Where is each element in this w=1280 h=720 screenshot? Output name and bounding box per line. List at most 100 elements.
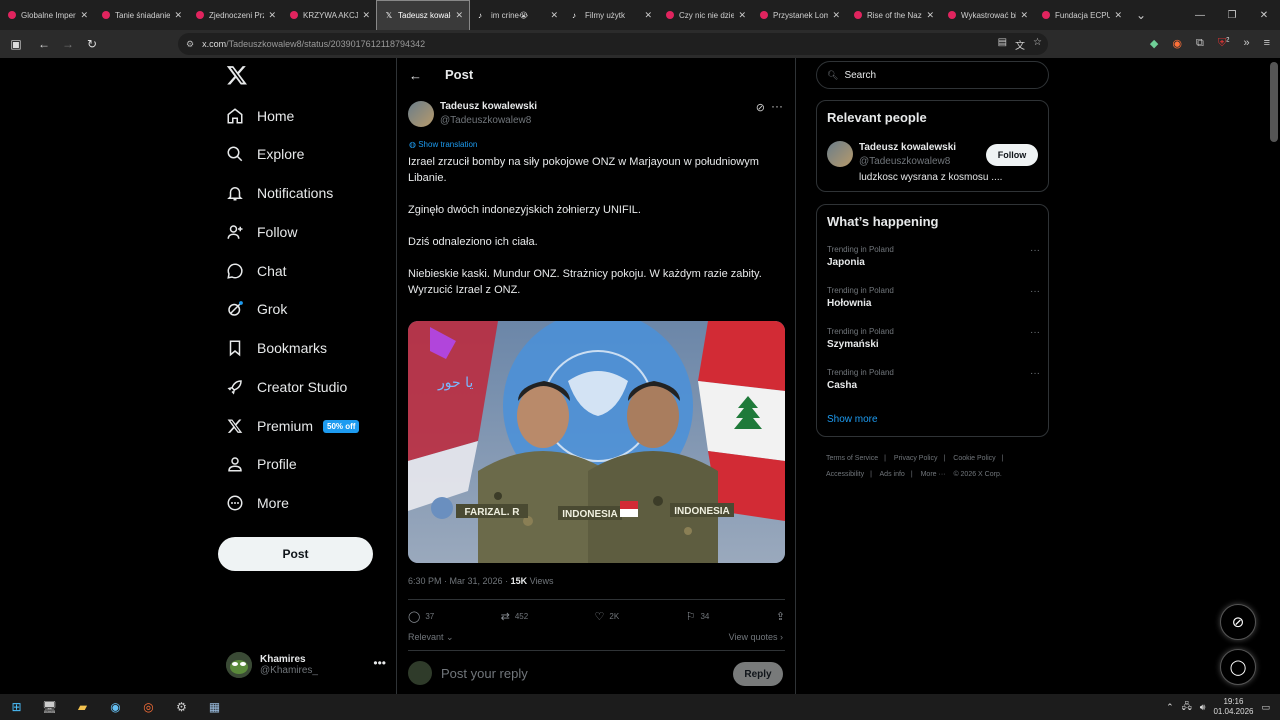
browser-tab[interactable]: Przystanek Lom ✕ bbox=[752, 0, 846, 30]
reader-view-icon[interactable]: ▤ bbox=[998, 37, 1007, 52]
footer-link[interactable]: Terms of Service bbox=[826, 455, 878, 462]
browser-tab[interactable]: KRZYWA AKCJA ✕ bbox=[282, 0, 376, 30]
steam-icon[interactable]: ◉ bbox=[99, 694, 132, 720]
nav-home[interactable]: Home bbox=[226, 102, 294, 130]
clock[interactable]: 19:16 01.04.2026 bbox=[1213, 697, 1253, 717]
post-button[interactable]: Post bbox=[218, 537, 373, 571]
nav-bookmarks[interactable]: Bookmarks bbox=[226, 334, 327, 362]
follow-button[interactable]: Follow bbox=[986, 144, 1038, 166]
browser-tab-active[interactable]: 𝕏 Tadeusz kowalc ✕ bbox=[376, 0, 470, 30]
nav-more[interactable]: More bbox=[226, 489, 289, 517]
close-tab-icon[interactable]: ✕ bbox=[1020, 10, 1028, 21]
network-icon[interactable]: 🖧︎ bbox=[1182, 699, 1192, 715]
reply-sort-dropdown[interactable]: Relevant ⌄ bbox=[408, 632, 454, 643]
site-info-icon[interactable]: ⚙ bbox=[186, 39, 194, 50]
fox-extension-icon[interactable]: ◉ bbox=[1172, 37, 1182, 50]
forward-icon[interactable]: → bbox=[56, 37, 80, 51]
close-tab-icon[interactable]: ✕ bbox=[455, 10, 463, 21]
scrollbar[interactable] bbox=[1270, 62, 1278, 142]
more-dots-icon[interactable]: ··· bbox=[1030, 368, 1040, 379]
close-tab-icon[interactable]: ✕ bbox=[644, 10, 652, 21]
repost-button[interactable]: ⇄ 452 bbox=[501, 610, 529, 623]
nav-chat[interactable]: Chat bbox=[226, 257, 287, 285]
folder-icon[interactable]: ▰ bbox=[66, 694, 99, 720]
search-input[interactable]: 🔍︎ Search bbox=[816, 61, 1049, 89]
close-tab-icon[interactable]: ✕ bbox=[268, 10, 276, 21]
more-dots-icon[interactable]: ··· bbox=[1030, 327, 1040, 338]
browser-tab[interactable]: Fundacja ECPU ✕ bbox=[1034, 0, 1128, 30]
close-tab-icon[interactable]: ✕ bbox=[174, 10, 182, 21]
browser-tab[interactable]: Globalne Imper ✕ bbox=[0, 0, 94, 30]
translate-icon[interactable]: 文 bbox=[1015, 37, 1025, 52]
tab-list-chevron-icon[interactable]: ⌄ bbox=[1128, 8, 1154, 22]
x-logo-icon[interactable] bbox=[226, 64, 248, 86]
notification-icon[interactable]: ▭ bbox=[1261, 702, 1270, 713]
close-window-icon[interactable]: ✕ bbox=[1248, 10, 1280, 21]
author-handle[interactable]: @Tadeuszkowalew8 bbox=[440, 115, 531, 126]
trend-item[interactable]: Trending in Poland Casha ··· bbox=[827, 368, 1040, 391]
nav-notifications[interactable]: Notifications bbox=[226, 179, 333, 207]
more-dots-icon[interactable]: ··· bbox=[1030, 245, 1040, 256]
browser-tab[interactable]: Rise of the Nazi ✕ bbox=[846, 0, 940, 30]
show-translation-link[interactable]: ◍ Show translation bbox=[409, 140, 477, 149]
nav-premium[interactable]: Premium 50% off bbox=[226, 412, 360, 440]
person-handle[interactable]: @Tadeuszkowalew8 bbox=[859, 156, 950, 167]
bookmark-button[interactable]: ⚐ 34 bbox=[686, 610, 710, 623]
close-tab-icon[interactable]: ✕ bbox=[926, 10, 934, 21]
author-name[interactable]: Tadeusz kowalewski bbox=[440, 101, 537, 112]
extensions-icon[interactable]: ⧉ bbox=[1196, 37, 1204, 50]
view-quotes-link[interactable]: View quotes › bbox=[729, 632, 783, 642]
browser-tab[interactable]: Zjednoczeni Prz ✕ bbox=[188, 0, 282, 30]
browser-tab[interactable]: ♪ Filmy użytk ✕ bbox=[564, 0, 658, 30]
nav-grok[interactable]: Grok bbox=[226, 295, 287, 323]
menu-icon[interactable]: ≡ bbox=[1264, 37, 1270, 50]
ublock-icon[interactable]: ⛨2 bbox=[1218, 37, 1230, 50]
more-dots-icon[interactable]: ··· bbox=[771, 99, 783, 113]
browser-tab[interactable]: Tanie śniadanie ✕ bbox=[94, 0, 188, 30]
windows-start-icon[interactable]: ⊞ bbox=[0, 694, 33, 720]
calculator-icon[interactable]: ▦ bbox=[198, 694, 231, 720]
nav-profile[interactable]: Profile bbox=[226, 450, 297, 478]
share-button[interactable]: ⇪ bbox=[776, 610, 785, 623]
like-button[interactable]: ♡ 2K bbox=[595, 610, 620, 623]
computer-icon[interactable]: 🖥︎ bbox=[33, 694, 66, 720]
footer-link[interactable]: Ads info bbox=[880, 471, 905, 478]
reply-submit-button[interactable]: Reply bbox=[733, 662, 783, 686]
restore-icon[interactable]: ❐ bbox=[1216, 10, 1248, 21]
nav-explore[interactable]: Explore bbox=[226, 140, 304, 168]
footer-link[interactable]: Cookie Policy bbox=[953, 455, 995, 462]
close-tab-icon[interactable]: ✕ bbox=[362, 10, 370, 21]
close-tab-icon[interactable]: ✕ bbox=[1114, 10, 1122, 21]
back-icon[interactable]: ← bbox=[32, 37, 56, 51]
close-tab-icon[interactable]: ✕ bbox=[832, 10, 840, 21]
browser-tab[interactable]: Czy nic nie dzie ✕ bbox=[658, 0, 752, 30]
reply-input[interactable]: Post your reply bbox=[441, 666, 528, 681]
footer-link[interactable]: Privacy Policy bbox=[894, 455, 938, 462]
chat-fab[interactable]: ◯ bbox=[1220, 649, 1256, 685]
address-bar[interactable]: ⚙ x.com/Tadeuszkowalew8/status/203901761… bbox=[178, 33, 1048, 55]
shield-extension-icon[interactable]: ◆ bbox=[1150, 37, 1158, 50]
volume-icon[interactable]: 🔊︎ bbox=[1200, 702, 1206, 713]
overflow-chevron-icon[interactable]: » bbox=[1243, 37, 1249, 50]
minimize-icon[interactable]: — bbox=[1184, 10, 1216, 21]
firefox-icon[interactable]: ◎ bbox=[132, 694, 165, 720]
back-arrow-icon[interactable]: ← bbox=[409, 68, 422, 83]
post-timestamp[interactable]: 6:30 PM · Mar 31, 2026 bbox=[408, 576, 503, 586]
avatar[interactable] bbox=[827, 141, 853, 167]
close-tab-icon[interactable]: ✕ bbox=[738, 10, 746, 21]
reload-icon[interactable]: ↻ bbox=[80, 37, 104, 51]
close-tab-icon[interactable]: ✕ bbox=[80, 10, 88, 21]
grok-fab[interactable]: ⊘ bbox=[1220, 604, 1256, 640]
browser-tab[interactable]: ♪ im crine😭 ✕ bbox=[470, 0, 564, 30]
more-dots-icon[interactable]: ••• bbox=[373, 656, 386, 670]
sidebar-toggle-icon[interactable]: ▣ bbox=[4, 37, 28, 51]
footer-link[interactable]: Accessibility bbox=[826, 471, 864, 478]
more-dots-icon[interactable]: ··· bbox=[1030, 286, 1040, 297]
close-tab-icon[interactable]: ✕ bbox=[550, 10, 558, 21]
trend-item[interactable]: Trending in Poland Hołownia ··· bbox=[827, 286, 1040, 309]
footer-link[interactable]: More ··· bbox=[921, 471, 946, 478]
tray-chevron-icon[interactable]: ⌃ bbox=[1166, 702, 1174, 713]
grok-explain-icon[interactable]: ⊘ bbox=[756, 101, 765, 114]
trend-item[interactable]: Trending in Poland Szymański ··· bbox=[827, 327, 1040, 350]
app-icon[interactable]: ⚙ bbox=[165, 694, 198, 720]
